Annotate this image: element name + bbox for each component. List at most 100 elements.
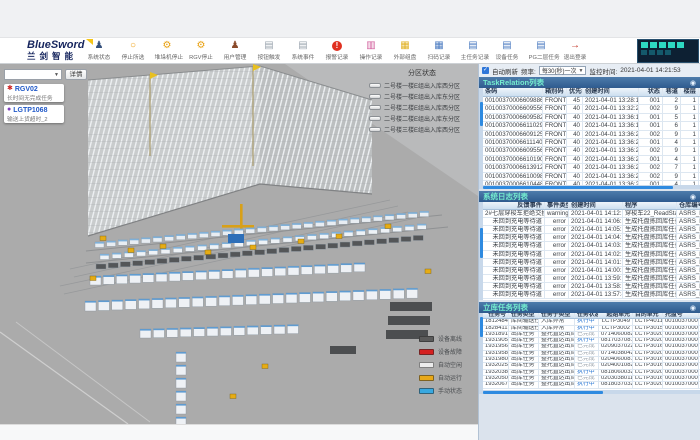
cell: 9 <box>663 173 681 180</box>
cell: 2021-04-01 13:58:50 <box>569 283 623 290</box>
table-row[interactable]: 00100370006609125125FRONT402021-04-01 13… <box>483 131 700 139</box>
alarm-card-lgtp1068[interactable]: ● LGTP1068 输送上货超时_2 <box>4 105 64 123</box>
zone-checkbox[interactable] <box>369 94 381 99</box>
scrollbar-thumb[interactable] <box>480 317 483 337</box>
column-header[interactable]: 创建时间 <box>569 202 623 209</box>
table-row[interactable]: 00100370006613912005FRONT402021-04-01 13… <box>483 164 700 172</box>
cell: ASRS_LG2 <box>677 210 700 217</box>
cell: 1931958 <box>483 351 509 356</box>
toolbar-item-button-trigger[interactable]: ▤按钮触发 <box>256 40 282 61</box>
device-select[interactable]: ▼ <box>4 69 62 80</box>
table-row[interactable]: 未回到充电等待道error2021-04-01 14:04:56生成托盘拣回库任… <box>483 234 700 242</box>
table-row[interactable]: 未回到充电等待道error2021-04-01 14:01:54生成托盘拣回库任… <box>483 259 700 267</box>
brand-logo: BlueSword 兰剑智能 <box>27 40 84 61</box>
column-header[interactable]: 创建时间 <box>583 88 639 96</box>
toolbar-item-stacker-stop[interactable]: ⚙堆垛机停止 <box>154 40 180 61</box>
column-header[interactable]: 目的单元 <box>633 313 663 318</box>
refresh-frequency-select[interactable]: 每30(秒)一次 ▼ <box>539 66 587 75</box>
column-header[interactable]: 任务子类型 <box>539 313 575 318</box>
cell: 00100370006609886219 <box>483 97 543 104</box>
column-header[interactable]: 任务类型 <box>509 313 539 318</box>
cell: 出库任务 <box>509 376 539 381</box>
table-row[interactable]: 00100370006609582162FRONT402021-04-01 13… <box>483 114 700 122</box>
cell: 40 <box>567 105 583 112</box>
toolbar-item-pg-second-floor-tasks[interactable]: ▤PG二层任务 <box>528 40 554 61</box>
zone-checkbox[interactable] <box>369 83 381 88</box>
table-row[interactable]: 未回到充电等待道error2021-04-01 13:58:50生成托盘拣回库任… <box>483 283 700 291</box>
column-header[interactable]: 条码 <box>483 88 543 96</box>
scrollbar-thumb[interactable] <box>480 228 483 258</box>
alarm-card-rgv02[interactable]: ✱ RGV02 长时间无完成任务 <box>4 84 64 102</box>
device-search-row: ▼ 详情 <box>4 69 87 80</box>
table-row[interactable]: 未回到充电等待道error2021-04-01 13:59:51生成托盘拣回库任… <box>483 275 700 283</box>
panel-circle-icon[interactable]: ◉ <box>690 304 696 312</box>
cell: 未回到充电等待道 <box>483 291 545 298</box>
toolbar-item-label: 用户管理 <box>223 52 248 61</box>
toolbar-item-logout[interactable]: →退出登录 <box>562 40 588 61</box>
cell: 1812484 <box>483 319 509 324</box>
toolbar-item-scan-records[interactable]: ▦扫码记录 <box>426 40 452 61</box>
column-header[interactable]: 起始单元 <box>599 313 633 318</box>
cell: 1931905 <box>483 338 509 343</box>
column-header[interactable]: 巷道 <box>663 88 681 96</box>
vertical-scrollbar[interactable] <box>479 88 483 185</box>
table-row[interactable]: 未回到充电等待道error2021-04-01 14:02:55生成托盘拣回库任… <box>483 251 700 259</box>
zone-checkbox[interactable] <box>369 127 381 132</box>
details-button[interactable]: 详情 <box>65 69 87 80</box>
table-row[interactable]: 2#七层穿梭车拒绝交换状态申请失败warning2021-04-01 14:12… <box>483 210 700 218</box>
cell: FRONT <box>543 173 567 180</box>
toolbar-item-main-task-records[interactable]: ▤主任务记录 <box>460 40 486 61</box>
toolbar-item-alarm-records[interactable]: !报警记录 <box>324 40 350 61</box>
cell: 2021-04-01 13:28:11 <box>583 97 639 104</box>
column-header[interactable]: 优先级 <box>567 88 583 96</box>
column-header[interactable]: 状态 <box>639 88 663 96</box>
toolbar-item-user-management[interactable]: ♟用户管理 <box>222 40 248 61</box>
toolbar-item-external-palletizing[interactable]: ▦外部组盘 <box>392 40 418 61</box>
toolbar-item-system-events[interactable]: ▤系统事件 <box>290 40 316 61</box>
zone-checkbox[interactable] <box>369 105 381 110</box>
column-header[interactable]: 楼层 <box>681 88 699 96</box>
table-row[interactable]: 00100370006611029457FRONT402021-04-01 13… <box>483 122 700 130</box>
legend-swatch <box>419 375 434 381</box>
table-row[interactable]: 未回到充电等待道error2021-04-01 14:00:52生成托盘拣回库任… <box>483 267 700 275</box>
frequency-label: 频率: <box>521 66 536 76</box>
column-header[interactable]: 任务状态 <box>575 313 599 318</box>
cell: 2021-04-01 14:05:56 <box>569 226 623 233</box>
toolbar-item-stop-selected[interactable]: ○停止所选 <box>120 40 146 61</box>
table-row[interactable]: 未回到充电等待道error2021-04-01 14:03:56生成托盘拣回库任… <box>483 242 700 250</box>
scrollbar-thumb[interactable] <box>480 102 483 126</box>
column-header[interactable]: 箱别码 <box>543 88 567 96</box>
column-header[interactable]: 托盘号 <box>663 313 699 318</box>
table-row[interactable]: 未回到充电等待道error2021-04-01 14:06:57生成托盘拣回库任… <box>483 218 700 226</box>
horizontal-scrollbar[interactable] <box>479 390 700 394</box>
toolbar-item-operation-records[interactable]: ▥操作记录 <box>358 40 384 61</box>
table-row[interactable]: 00100370006609886219FRONT452021-04-01 13… <box>483 97 700 105</box>
table-row[interactable]: 未回到充电等待道error2021-04-01 14:05:56生成托盘拣回库任… <box>483 226 700 234</box>
toolbar-item-rgv-stop[interactable]: ⚙RGV停止 <box>188 40 214 61</box>
table-row[interactable]: 00100370006609556770FRONT402021-04-01 13… <box>483 147 700 155</box>
auto-refresh-checkbox[interactable]: ✓ <box>482 67 489 74</box>
horizontal-scrollbar[interactable] <box>479 185 700 189</box>
vertical-scrollbar[interactable] <box>479 202 483 300</box>
table-row[interactable]: 00100370006609556770FRONT402021-04-01 13… <box>483 105 700 113</box>
column-header[interactable]: 任务号 <box>483 313 509 318</box>
toolbar-item-device-tasks[interactable]: ▤设备任务 <box>494 40 520 61</box>
panel-circle-icon[interactable]: ◉ <box>690 193 696 201</box>
table-row[interactable]: 1932067出库任务整托直达出库执行中0818037032LCTP302000… <box>483 382 700 388</box>
vertical-scrollbar[interactable] <box>479 313 483 390</box>
column-header[interactable]: 仓库编号 <box>677 202 700 209</box>
table-row[interactable]: 00100370006611140195FRONT402021-04-01 13… <box>483 139 700 147</box>
table-row[interactable]: 00100370006610190639FRONT402021-04-01 13… <box>483 156 700 164</box>
scrollbar-thumb[interactable] <box>483 186 673 189</box>
panel-circle-icon[interactable]: ◉ <box>690 79 696 87</box>
status-block-icon <box>665 50 671 55</box>
zone-checkbox[interactable] <box>369 116 381 121</box>
column-header[interactable]: 事件类型 <box>545 202 569 209</box>
scrollbar-thumb[interactable] <box>483 391 603 394</box>
column-header[interactable]: 反馈事件 <box>483 202 545 209</box>
table-row[interactable]: 00100370006610098881FRONT402021-04-01 13… <box>483 173 700 181</box>
system-log-panel-header: 系统日志列表 ◉ <box>479 191 700 202</box>
column-header[interactable]: 程序 <box>623 202 677 209</box>
table-row[interactable]: 未回到充电等待道error2021-04-01 13:57:49生成托盘拣回库任… <box>483 291 700 299</box>
toolbar-item-system-status[interactable]: ♟系统状态 <box>86 40 112 61</box>
